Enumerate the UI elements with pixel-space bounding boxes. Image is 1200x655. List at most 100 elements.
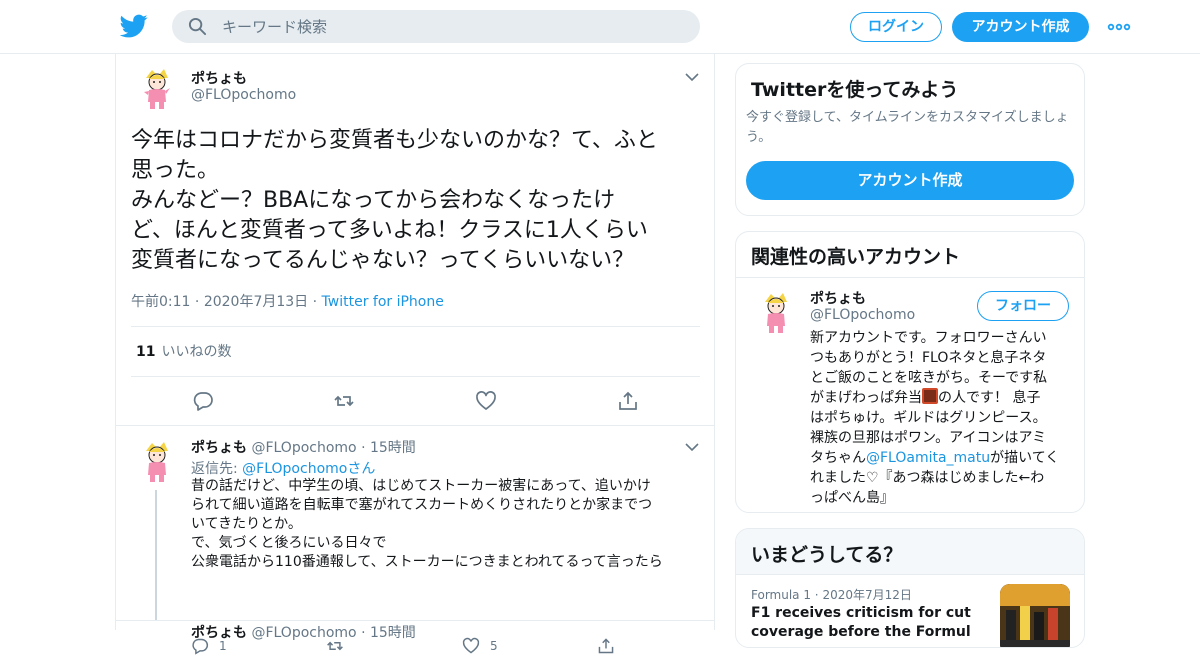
reply-like-count: 5 (490, 639, 498, 653)
trend-photo-icon (1000, 584, 1070, 647)
twitter-bird-icon[interactable] (120, 12, 148, 40)
tweet-author-handle[interactable]: @FLOpochomo (191, 87, 296, 103)
next-reply-header: ポちょも @FLOpochomo · 15時間 (191, 622, 416, 642)
divider (116, 620, 714, 621)
bio-line: 裸族の旦那はポワン。アイコンはアミ (810, 430, 1047, 446)
retweet-icon[interactable] (333, 390, 355, 412)
trend-headline[interactable]: F1 receives criticism for cutting covera… (751, 604, 971, 642)
reply-text-line: 昔の話だけど、中学生の頃、はじめてストーカー被害にあって、追いかけ (191, 478, 651, 494)
avatar[interactable] (132, 437, 180, 485)
trend-date: 2020年7月12日 (822, 588, 912, 602)
divider (131, 376, 700, 377)
search-bar[interactable] (172, 10, 700, 43)
tweet-date[interactable]: 2020年7月13日 (204, 294, 308, 310)
chevron-down-icon[interactable] (685, 442, 699, 452)
promo-description-line: う。 (746, 130, 772, 145)
trend-thumbnail[interactable] (1000, 584, 1070, 647)
likes-count[interactable]: 11 いいねの数 (136, 341, 231, 361)
divider (131, 326, 700, 327)
related-account-name[interactable]: ポちょも (810, 288, 866, 308)
avatar[interactable] (751, 288, 799, 336)
heart-icon[interactable] (475, 390, 497, 412)
reply-text: 昔の話だけど、中学生の頃、はじめてストーカー被害にあって、追いかけ られて細い道… (191, 477, 696, 572)
top-header: ログイン アカウント作成 (0, 0, 1200, 54)
dot-separator: · (810, 588, 823, 602)
next-reply-time[interactable]: 15時間 (370, 625, 416, 641)
search-icon (188, 17, 207, 36)
bio-fragment: が描いてく (990, 450, 1060, 466)
reply-tweet[interactable]: ポちょも @FLOpochomo · 15時間 返信先: @FLOpochomo… (116, 426, 714, 655)
trends-title: いまどうしてる？ (751, 544, 903, 566)
chevron-down-icon[interactable] (685, 72, 699, 82)
bio-line: はポちゅけ。ギルドはグリンピース。 (810, 410, 1047, 426)
tweet-text-line: みんなどー？BBAになってから会わなくなったけ (131, 188, 616, 213)
reply-text-line: 公衆電話から110番通報して、ストーカーにつきまとわれてるって言ったら (191, 554, 663, 570)
tweet-metadata: 午前0:11 · 2020年7月13日 · Twitter for iPhone (131, 291, 444, 311)
bio-mention-link[interactable]: @FLOamita_matu (866, 450, 990, 466)
share-icon[interactable] (597, 637, 615, 655)
bio-line: れました♡『あつ森はじめました←わ (810, 470, 1045, 486)
dot-separator: · (361, 440, 370, 456)
avatar-illustration-icon (132, 64, 180, 112)
reply-to-line: 返信先: @FLOpochomoさん (191, 458, 375, 478)
trend-category: Formula 1 (751, 588, 811, 602)
related-accounts-card: 関連性の高いアカウント ポちょも @FLOpochomo フォロー 新アカウント… (735, 231, 1085, 513)
reply-to-suffix[interactable]: さん (347, 461, 375, 477)
heart-icon[interactable] (462, 637, 480, 655)
tweet-text-line: 今年はコロナだから変質者も少ないのかな？て、ふと (131, 128, 658, 153)
related-account-bio: 新アカウントです。フォロワーさんい つもありがとう！FLOネタと息子ネタ とご飯… (810, 328, 1072, 508)
login-button[interactable]: ログイン (850, 12, 942, 42)
reply-text-line: で、気づくと後ろにいる日々で (191, 535, 387, 551)
trend-headline-line: coverage before the Formula 1 race (751, 624, 971, 640)
bio-line: がまげわっぱ弁当 の人です！ 息子 (810, 388, 1072, 408)
related-title: 関連性の高いアカウント (751, 246, 961, 268)
likes-number: 11 (136, 344, 156, 360)
trend-headline-line: F1 receives criticism for cutting (751, 605, 971, 621)
share-icon[interactable] (617, 390, 639, 412)
trends-card: いまどうしてる？ Formula 1 · 2020年7月12日 F1 recei… (735, 528, 1085, 648)
reply-icon[interactable] (192, 390, 214, 412)
main-timeline: ポちょも @FLOpochomo 今年はコロナだから変質者も少ないのかな？て、ふ… (115, 54, 715, 655)
next-reply-author-handle[interactable]: @FLOpochomo (251, 625, 356, 641)
next-reply-author-name[interactable]: ポちょも (191, 625, 247, 641)
reply-text-line: られて細い道路を自転車で塞がれてスカートめくりされたりとか家までつ (191, 497, 653, 513)
promo-description-line: 今すぐ登録して、タイムラインをカスタマイズしましょ (746, 110, 1069, 125)
bio-line: とご飯のことを呟きがち。そーです私 (810, 370, 1048, 386)
reply-header: ポちょも @FLOpochomo · 15時間 (191, 437, 416, 457)
tweet-text-line: 思った。 (131, 158, 220, 183)
tweet-text-line: 変質者になってるんじゃない？ってくらいいない？ (131, 248, 635, 273)
more-options-icon[interactable] (1107, 20, 1131, 34)
trend-meta: Formula 1 · 2020年7月12日 (751, 586, 912, 603)
trends-header: いまどうしてる？ (736, 529, 1084, 575)
follow-button[interactable]: フォロー (977, 291, 1069, 321)
dot-separator: · (194, 294, 204, 310)
bio-fragment: タちゃん (810, 450, 866, 466)
bio-line: タちゃん@FLOamita_matuが描いてく (810, 448, 1072, 468)
related-account-handle[interactable]: @FLOpochomo (810, 307, 915, 323)
bio-fragment: がまげわっぱ弁当 (810, 390, 922, 406)
divider (736, 277, 1084, 278)
bio-line: つもありがとう！FLOネタと息子ネタ (810, 350, 1047, 366)
reply-to-link[interactable]: @FLOpochomo (242, 461, 347, 477)
avatar-illustration-icon (751, 288, 799, 336)
tweet-text: 今年はコロナだから変質者も少ないのかな？て、ふと 思った。 みんなどー？BBAに… (131, 126, 706, 276)
avatar-illustration-icon (132, 437, 180, 485)
bento-emoji-icon (922, 388, 938, 404)
reply-to-prefix: 返信先: (191, 461, 243, 477)
reply-time[interactable]: 15時間 (370, 440, 416, 456)
reply-author-handle[interactable]: @FLOpochomo (251, 440, 356, 456)
promo-title: Twitterを使ってみよう (751, 79, 959, 101)
avatar[interactable] (132, 64, 180, 112)
search-input[interactable] (222, 10, 682, 43)
tweet-source-link[interactable]: Twitter for iPhone (322, 294, 444, 310)
signup-button[interactable]: アカウント作成 (952, 12, 1089, 42)
reply-text-line: いてきたりとか。 (191, 516, 302, 532)
reply-author-name[interactable]: ポちょも (191, 440, 247, 456)
signup-promo-card: Twitterを使ってみよう 今すぐ登録して、タイムラインをカスタマイズしましょ… (735, 63, 1085, 216)
promo-signup-button[interactable]: アカウント作成 (746, 161, 1074, 200)
tweet-time[interactable]: 午前0:11 (131, 294, 190, 310)
bio-line: っぱべん島』 (810, 490, 894, 506)
promo-description: 今すぐ登録して、タイムラインをカスタマイズしましょ う。 (746, 108, 1076, 148)
tweet-author-name[interactable]: ポちょも (191, 68, 247, 88)
dot-separator: · (312, 294, 322, 310)
